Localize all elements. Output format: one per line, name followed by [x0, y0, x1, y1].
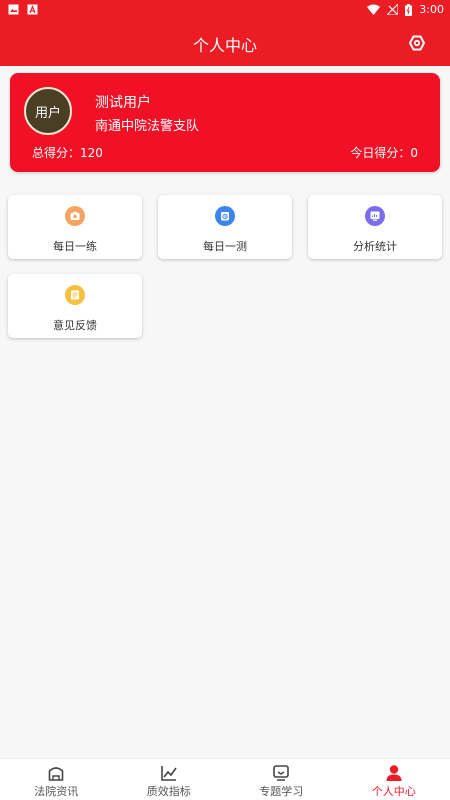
- study-icon: [273, 765, 290, 781]
- feedback-button[interactable]: 意见反馈: [8, 274, 142, 338]
- settings-button[interactable]: [406, 32, 428, 54]
- status-bar: 3:00: [0, 0, 450, 20]
- chart-line-icon: [160, 766, 177, 781]
- user-department: 南通中院法警支队: [95, 119, 200, 134]
- app-bar: 个人中心: [0, 20, 450, 66]
- nav-item-personal-center[interactable]: 个人中心: [338, 759, 450, 800]
- nav-label-court-news: 法院资讯: [34, 785, 79, 798]
- profile-card: 用户 测试用户 南通中院法警支队 总得分：120 今日得分：0: [10, 73, 440, 172]
- court-icon: [48, 767, 64, 781]
- status-time: 3:00: [419, 3, 444, 16]
- nav-label-topic-study: 专题学习: [259, 785, 304, 798]
- battery-icon: [405, 3, 413, 16]
- camera-icon: [65, 206, 85, 226]
- page-title: 个人中心: [192, 36, 257, 55]
- feedback-icon: [65, 285, 85, 305]
- nav-label-quality-metrics: 质效指标: [146, 785, 191, 798]
- avatar-text: 用户: [34, 105, 61, 121]
- feedback-label: 意见反馈: [53, 319, 97, 332]
- bottom-nav: 法院资讯 质效指标 专题学习 个人中心: [0, 758, 450, 800]
- nav-item-quality-metrics[interactable]: 质效指标: [113, 759, 226, 800]
- text-notification-icon: [27, 4, 38, 15]
- nav-item-topic-study[interactable]: 专题学习: [225, 759, 338, 800]
- daily-test-label: 每日一测: [203, 240, 247, 253]
- wifi-icon: [367, 4, 381, 15]
- user-icon: [386, 765, 402, 781]
- daily-practice-label: 每日一练: [53, 240, 97, 253]
- analysis-stats-label: 分析统计: [353, 240, 397, 253]
- user-name: 测试用户: [95, 95, 151, 111]
- analysis-stats-button[interactable]: 分析统计: [308, 195, 442, 259]
- total-score: 总得分：120: [32, 146, 103, 160]
- nav-label-personal-center: 个人中心: [371, 785, 416, 798]
- nav-item-court-news[interactable]: 法院资讯: [0, 759, 113, 800]
- alarm-icon: [215, 206, 235, 226]
- hexagon-settings-icon: [409, 35, 425, 51]
- daily-test-button[interactable]: 每日一测: [158, 195, 292, 259]
- avatar[interactable]: 用户: [24, 87, 72, 135]
- daily-practice-button[interactable]: 每日一练: [8, 195, 142, 259]
- image-notification-icon: [8, 4, 19, 15]
- today-score: 今日得分：0: [350, 146, 418, 160]
- no-signal-icon: [387, 4, 399, 15]
- monitor-icon: [365, 206, 385, 226]
